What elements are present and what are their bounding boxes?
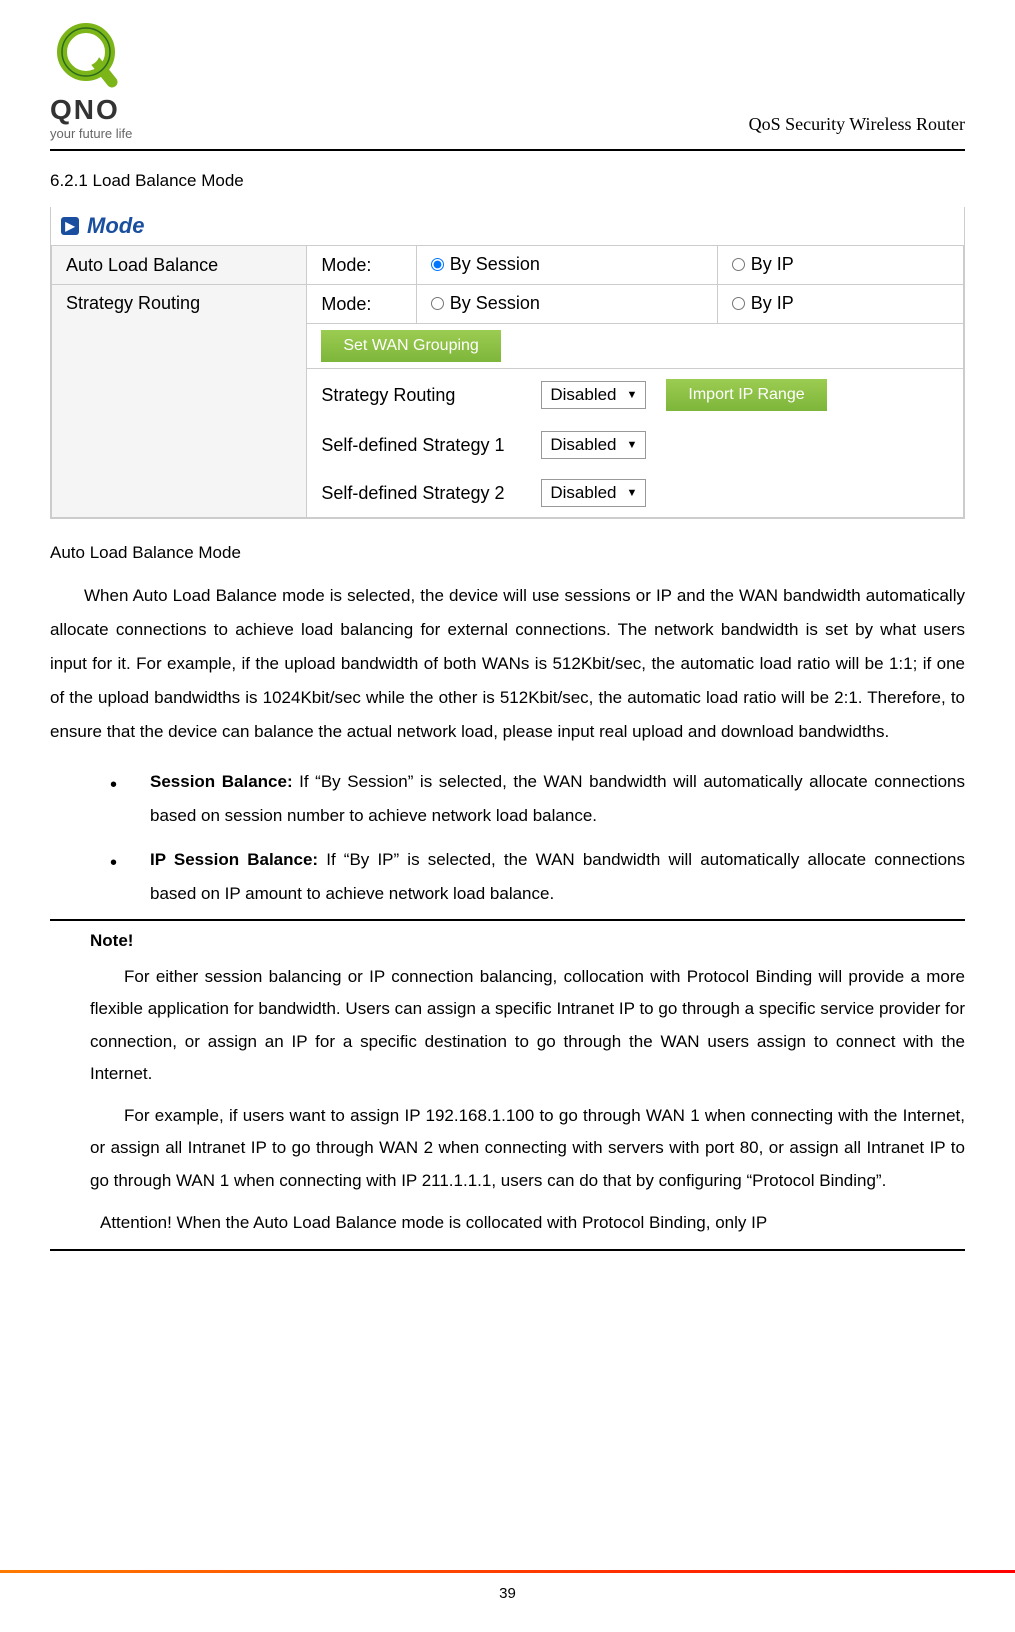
strategy-label: Strategy Routing bbox=[321, 385, 521, 406]
radio-text: By Session bbox=[450, 293, 540, 314]
page-number: 39 bbox=[499, 1585, 516, 1602]
body-paragraph: When Auto Load Balance mode is selected,… bbox=[50, 579, 965, 749]
section-heading: 6.2.1 Load Balance Mode bbox=[50, 171, 965, 191]
page-title: QoS Security Wireless Router bbox=[749, 114, 965, 141]
strategy-label: Self-defined Strategy 1 bbox=[321, 435, 521, 456]
strategy-routing-select[interactable]: Disabled ▼ bbox=[541, 381, 646, 409]
self-defined-strategy-1-select[interactable]: Disabled ▼ bbox=[541, 431, 646, 459]
table-row: Strategy Routing Mode: By Session By IP bbox=[52, 285, 964, 324]
self-defined-strategy-2-select[interactable]: Disabled ▼ bbox=[541, 479, 646, 507]
mode-table: Auto Load Balance Mode: By Session By IP… bbox=[51, 245, 964, 518]
row-label: Mode: bbox=[307, 285, 416, 324]
radio-input[interactable] bbox=[431, 258, 444, 271]
chevron-down-icon: ▼ bbox=[627, 439, 638, 451]
radio-text: By IP bbox=[751, 293, 794, 314]
page-footer: 39 bbox=[0, 1570, 1015, 1602]
radio-input[interactable] bbox=[431, 297, 444, 310]
note-paragraph: For either session balancing or IP conne… bbox=[50, 961, 965, 1090]
row-label: Mode: bbox=[307, 246, 416, 285]
radio-by-session[interactable]: By Session bbox=[431, 293, 540, 314]
chevron-down-icon: ▼ bbox=[627, 389, 638, 401]
select-value: Disabled bbox=[550, 435, 616, 455]
row-name: Auto Load Balance bbox=[52, 246, 307, 285]
footer-divider bbox=[0, 1570, 1015, 1573]
brand-tagline: your future life bbox=[50, 126, 132, 141]
radio-by-session[interactable]: By Session bbox=[431, 254, 540, 275]
radio-by-ip[interactable]: By IP bbox=[732, 254, 794, 275]
logo-block: QNO your future life bbox=[50, 20, 132, 141]
radio-input[interactable] bbox=[732, 297, 745, 310]
chevron-down-icon: ▼ bbox=[627, 487, 638, 499]
import-ip-range-button[interactable]: Import IP Range bbox=[666, 379, 826, 411]
select-value: Disabled bbox=[550, 483, 616, 503]
mode-panel-title: Mode bbox=[87, 213, 144, 239]
mode-panel-title-row: ▶ Mode bbox=[51, 207, 964, 245]
bullet-list: Session Balance: If “By Session” is sele… bbox=[50, 765, 965, 911]
set-wan-grouping-button[interactable]: Set WAN Grouping bbox=[321, 330, 500, 362]
list-item: Session Balance: If “By Session” is sele… bbox=[110, 765, 965, 833]
note-paragraph: For example, if users want to assign IP … bbox=[50, 1100, 965, 1197]
strategy-label: Self-defined Strategy 2 bbox=[321, 483, 521, 504]
arrow-right-icon: ▶ bbox=[61, 217, 79, 235]
mode-panel: ▶ Mode Auto Load Balance Mode: By Sessio… bbox=[50, 207, 965, 519]
row-name: Strategy Routing bbox=[52, 285, 307, 518]
bullet-title: IP Session Balance: bbox=[150, 850, 318, 869]
table-row: Auto Load Balance Mode: By Session By IP bbox=[52, 246, 964, 285]
bullet-title: Session Balance: bbox=[150, 772, 293, 791]
brand-name: QNO bbox=[50, 94, 120, 126]
attention-paragraph: Attention! When the Auto Load Balance mo… bbox=[50, 1207, 965, 1239]
radio-text: By Session bbox=[450, 254, 540, 275]
body-heading: Auto Load Balance Mode bbox=[50, 543, 965, 563]
radio-input[interactable] bbox=[732, 258, 745, 271]
note-block: Note! For either session balancing or IP… bbox=[50, 919, 965, 1251]
radio-text: By IP bbox=[751, 254, 794, 275]
note-title: Note! bbox=[50, 931, 965, 951]
select-value: Disabled bbox=[550, 385, 616, 405]
radio-by-ip[interactable]: By IP bbox=[732, 293, 794, 314]
list-item: IP Session Balance: If “By IP” is select… bbox=[110, 843, 965, 911]
qno-logo-icon bbox=[50, 20, 122, 92]
